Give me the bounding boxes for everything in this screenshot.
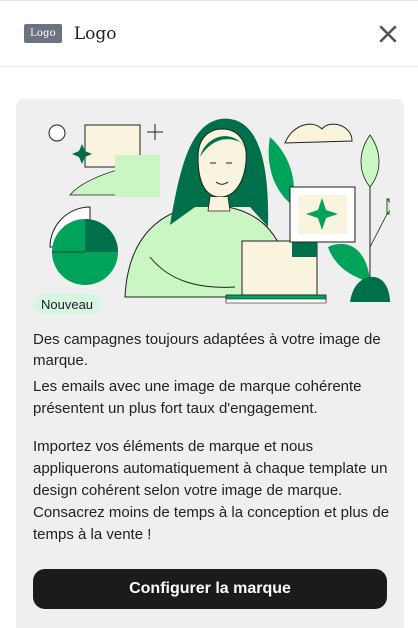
brand-promo-card: Nouveau Des campagnes toujours adaptées …: [16, 99, 404, 628]
headline-text: Des campagnes toujours adaptées à votre …: [33, 331, 381, 369]
description-text: Importez vos éléments de marque et nous …: [33, 438, 390, 543]
modal-panel: Logo Logo Nouveau Des campagnes toujours…: [0, 0, 418, 628]
header: Logo Logo: [0, 1, 418, 67]
logo-text: Logo: [73, 23, 117, 44]
configure-brand-button[interactable]: Configurer la marque: [33, 569, 387, 609]
brand-illustration: [48, 118, 390, 304]
close-button[interactable]: [376, 22, 400, 46]
new-badge: Nouveau: [33, 294, 102, 315]
close-icon: [379, 25, 397, 42]
logo-badge: Logo: [24, 24, 62, 43]
engagement-text: Les emails avec une image de marque cohé…: [33, 378, 362, 417]
